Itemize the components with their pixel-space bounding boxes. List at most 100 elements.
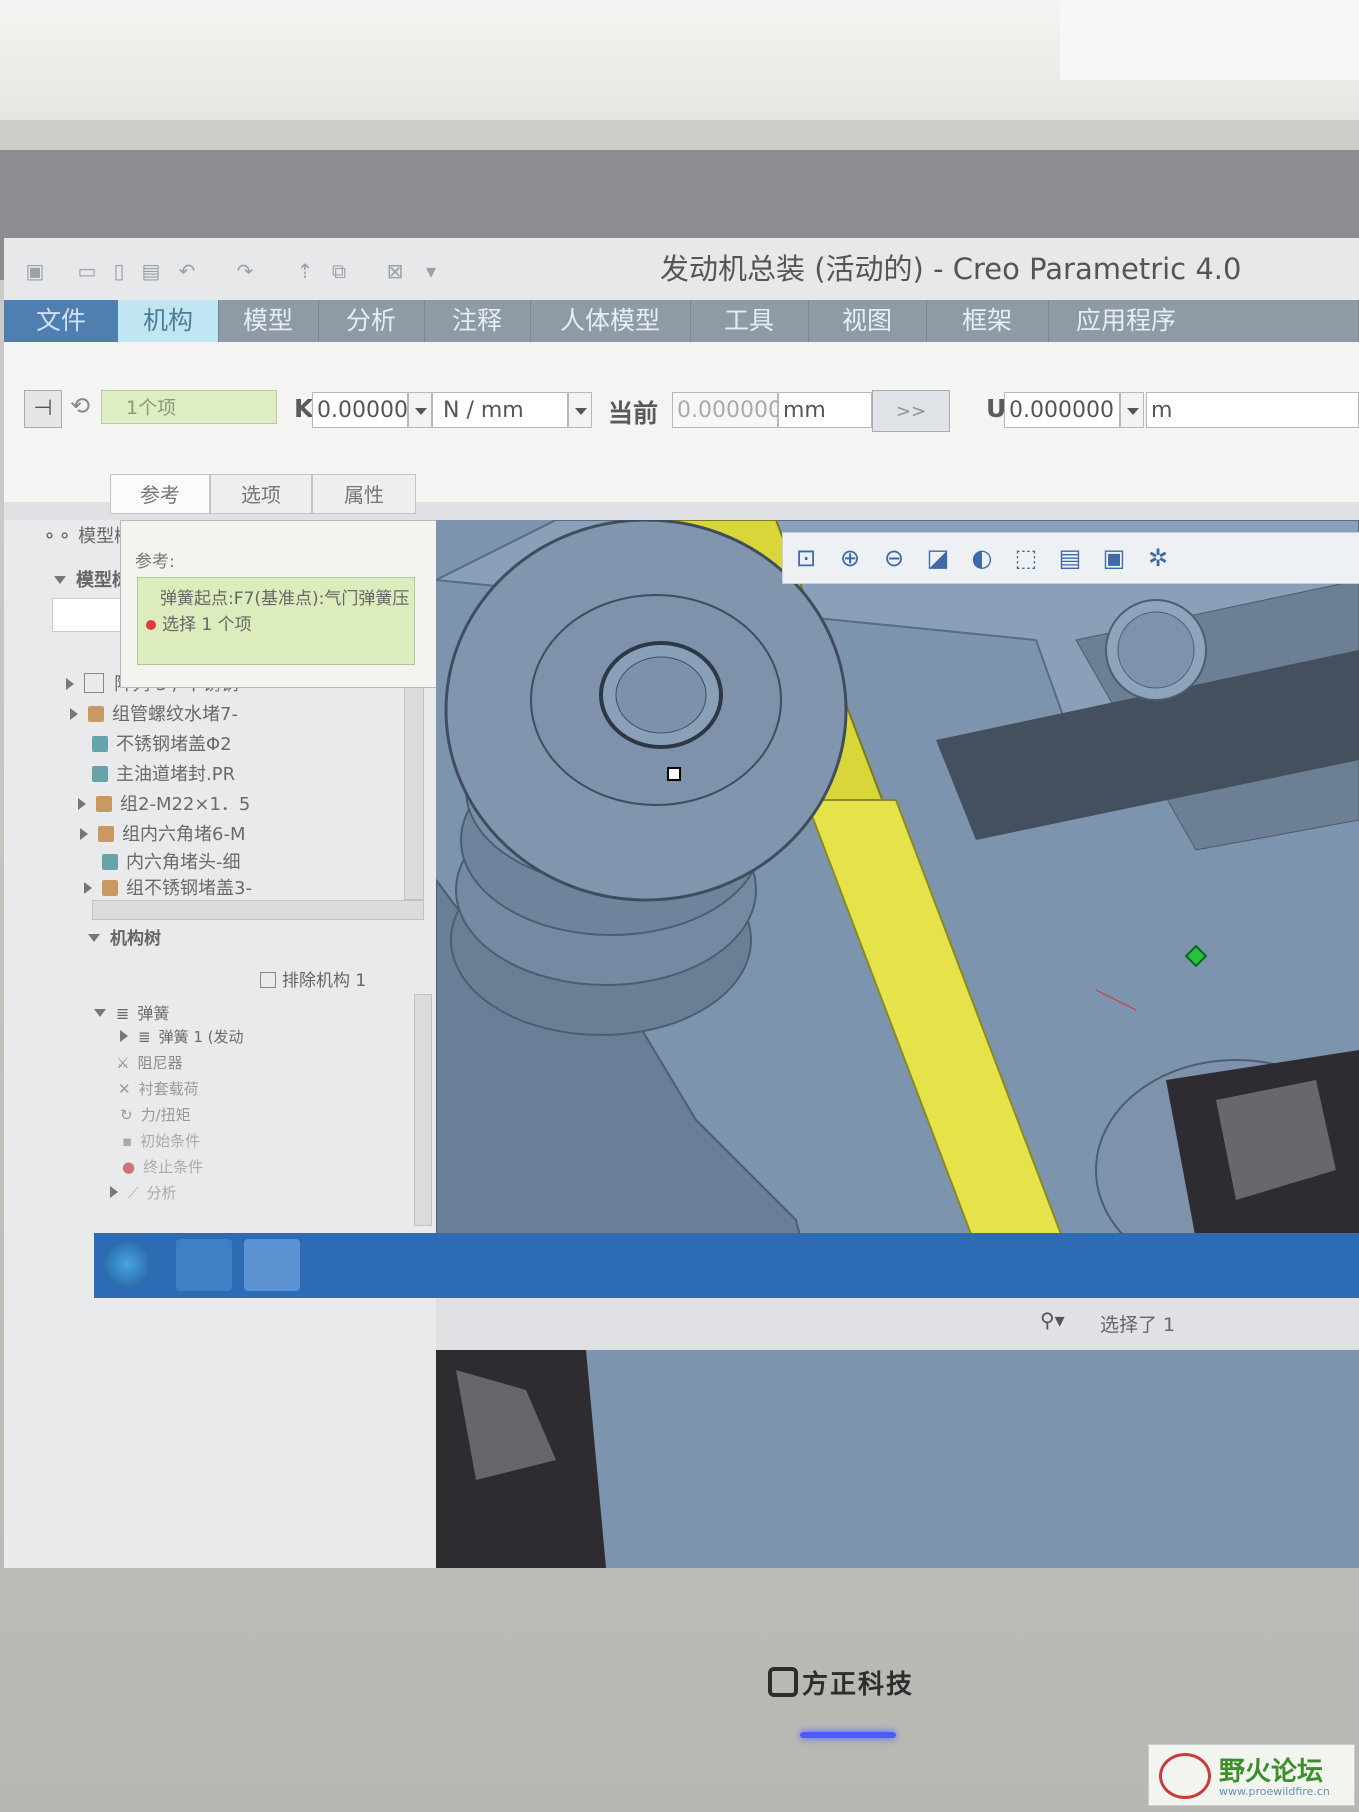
tab-annotate[interactable]: 注释 xyxy=(424,300,531,342)
more-button[interactable]: >> xyxy=(872,390,950,432)
part-icon xyxy=(92,736,108,752)
select-prompt[interactable]: 选择 1 个项 xyxy=(146,610,252,635)
u-value-dropdown[interactable] xyxy=(1120,392,1144,428)
mech-tree-header: 机构树 xyxy=(110,929,161,949)
model-tree-h-scrollbar[interactable] xyxy=(92,900,424,920)
tab-model[interactable]: 模型 xyxy=(218,300,319,342)
repaint-icon[interactable]: ◪ xyxy=(923,543,953,573)
refit-icon[interactable]: ⊡ xyxy=(791,543,821,573)
save-icon[interactable]: ▤ xyxy=(140,260,162,282)
current-value-field[interactable]: 0.000000 xyxy=(672,392,782,428)
extension-spring-icon[interactable]: ⊣ xyxy=(24,390,62,428)
tree-item[interactable]: 组内六角堵6-M xyxy=(80,820,245,846)
exclude-mechanism-item[interactable]: 排除机构 1 xyxy=(260,966,366,991)
mech-item-dampers[interactable]: ⚔ 阻尼器 xyxy=(116,1052,182,1073)
watermark-title: 野火论坛 xyxy=(1219,1757,1324,1787)
part-icon xyxy=(92,766,108,782)
tab-tools[interactable]: 工具 xyxy=(690,300,809,342)
mech-item-termination[interactable]: ● 终止条件 xyxy=(122,1156,203,1177)
current-unit-field[interactable]: mm xyxy=(778,392,872,428)
zoom-out-icon[interactable]: ⊖ xyxy=(879,543,909,573)
creo-taskbar-icon[interactable] xyxy=(244,1239,300,1291)
expand-icon xyxy=(110,1186,118,1198)
close-window-icon[interactable]: ⊠ xyxy=(384,260,406,282)
spring-icon: ≣ xyxy=(116,1004,130,1023)
tree-item[interactable]: 组2-M22×1．5 xyxy=(78,790,250,816)
ie-taskbar-icon[interactable] xyxy=(176,1239,232,1291)
tab-options[interactable]: 选项 xyxy=(210,474,312,514)
tab-properties[interactable]: 属性 xyxy=(312,474,416,514)
zoom-in-icon[interactable]: ⊕ xyxy=(835,543,865,573)
tree-item[interactable]: 主油道堵封.PR xyxy=(92,760,235,786)
tree-search-input[interactable] xyxy=(52,598,126,632)
datum-display-icon[interactable]: ✲ xyxy=(1143,543,1173,573)
u-unit-field[interactable]: m xyxy=(1146,392,1359,428)
tree-item-label: 组不锈钢堵盖3- xyxy=(126,878,252,899)
u-value-field[interactable]: 0.000000 xyxy=(1004,392,1120,428)
tree-item[interactable]: 不锈钢堵盖Φ2 xyxy=(92,730,232,756)
mech-item-label: 初始条件 xyxy=(140,1132,201,1150)
undo-icon[interactable]: ↶ xyxy=(176,260,198,282)
windows-icon[interactable]: ⧉ xyxy=(328,260,350,282)
saved-orientations-icon[interactable]: ⬚ xyxy=(1011,543,1041,573)
model-render xyxy=(436,520,1359,1568)
status-bar: ⚲▾ 选择了 1 xyxy=(436,1298,1359,1350)
mech-tree-title[interactable]: 机构树 xyxy=(88,924,161,949)
tab-file[interactable]: 文件 xyxy=(4,300,119,342)
k-unit-dropdown[interactable] xyxy=(568,392,592,428)
graphics-viewport[interactable]: ⊡ ⊕ ⊖ ◪ ◐ ⬚ ▤ ▣ ✲ xyxy=(436,520,1359,1568)
reference-collector[interactable]: 1个项 xyxy=(101,390,277,424)
app-icon[interactable]: ▣ xyxy=(24,260,46,282)
monitor-brand: 方正科技 xyxy=(768,1664,914,1701)
mech-item-spring-1[interactable]: ≣ 弹簧 1 (发动 xyxy=(120,1026,244,1047)
expand-icon xyxy=(78,798,86,810)
expand-icon xyxy=(120,1030,128,1042)
k-value-dropdown[interactable] xyxy=(408,392,432,428)
open-icon[interactable]: ▯ xyxy=(108,260,130,282)
model-tree-scrollbar[interactable] xyxy=(404,658,424,900)
perspective-icon[interactable]: ▣ xyxy=(1099,543,1129,573)
mech-item-label: 弹簧 1 (发动 xyxy=(158,1028,244,1046)
new-icon[interactable]: ▭ xyxy=(76,260,98,282)
tree-item[interactable]: 组不锈钢堵盖3- xyxy=(84,874,252,900)
tab-references[interactable]: 参考 xyxy=(110,474,210,514)
tree-item-label: 组管螺纹水堵7- xyxy=(112,704,238,725)
subassembly-icon xyxy=(102,880,118,896)
tab-manikin[interactable]: 人体模型 xyxy=(530,300,691,342)
bushing-icon: ✕ xyxy=(118,1080,131,1098)
mech-item-force[interactable]: ↻ 力/扭矩 xyxy=(120,1104,191,1125)
tab-analysis[interactable]: 分析 xyxy=(318,300,425,342)
tab-mechanism[interactable]: 机构 xyxy=(118,300,219,342)
compression-spring-icon[interactable]: ⟲ xyxy=(70,392,90,420)
display-style-icon[interactable]: ◐ xyxy=(967,543,997,573)
site-watermark: 野火论坛 www.proewildfire.cn xyxy=(1148,1744,1355,1806)
start-button-icon[interactable] xyxy=(104,1241,150,1287)
tab-framework[interactable]: 框架 xyxy=(926,300,1049,342)
tree-item[interactable]: 内六角堵头-细 xyxy=(102,848,241,874)
mech-item-springs[interactable]: ≣ 弹簧 xyxy=(94,1000,169,1024)
mech-item-analysis[interactable]: ⟋ 分析 xyxy=(110,1182,177,1203)
current-label: 当前 xyxy=(608,399,659,428)
tab-applications[interactable]: 应用程序 xyxy=(1048,300,1359,342)
subassembly-icon xyxy=(98,826,114,842)
mech-tree-scrollbar[interactable] xyxy=(414,994,432,1226)
find-icon[interactable]: ⚲▾ xyxy=(1040,1308,1065,1332)
exclude-label: 排除机构 1 xyxy=(282,971,367,991)
mech-item-bushing[interactable]: ✕ 衬套载荷 xyxy=(118,1078,199,1099)
tab-view[interactable]: 视图 xyxy=(808,300,927,342)
window-title: 发动机总装 (活动的) - Creo Parametric 4.0 xyxy=(660,252,1242,286)
spring-icon: ≣ xyxy=(138,1028,151,1046)
k-unit-field[interactable]: N / mm xyxy=(432,392,568,428)
tree-item-label: 内六角堵头-细 xyxy=(126,852,241,873)
redo-icon[interactable]: ↷ xyxy=(234,260,256,282)
tree-item[interactable]: 组管螺纹水堵7- xyxy=(70,700,238,726)
regenerate-icon[interactable]: ⇡ xyxy=(294,260,316,282)
view-manager-icon[interactable]: ▤ xyxy=(1055,543,1085,573)
k-value-field[interactable]: 0.000000 xyxy=(312,392,422,428)
mech-item-initial[interactable]: ▪ 初始条件 xyxy=(122,1130,200,1151)
subassembly-icon xyxy=(88,706,104,722)
reference-item[interactable]: 弹簧起点:F7(基准点):气门弹簧压 xyxy=(160,584,414,609)
customize-chevron-down-icon[interactable]: ▾ xyxy=(420,260,442,282)
references-collector[interactable]: 弹簧起点:F7(基准点):气门弹簧压 选择 1 个项 xyxy=(137,577,415,665)
model-tree-subheader[interactable]: 模型树 xyxy=(54,566,130,592)
